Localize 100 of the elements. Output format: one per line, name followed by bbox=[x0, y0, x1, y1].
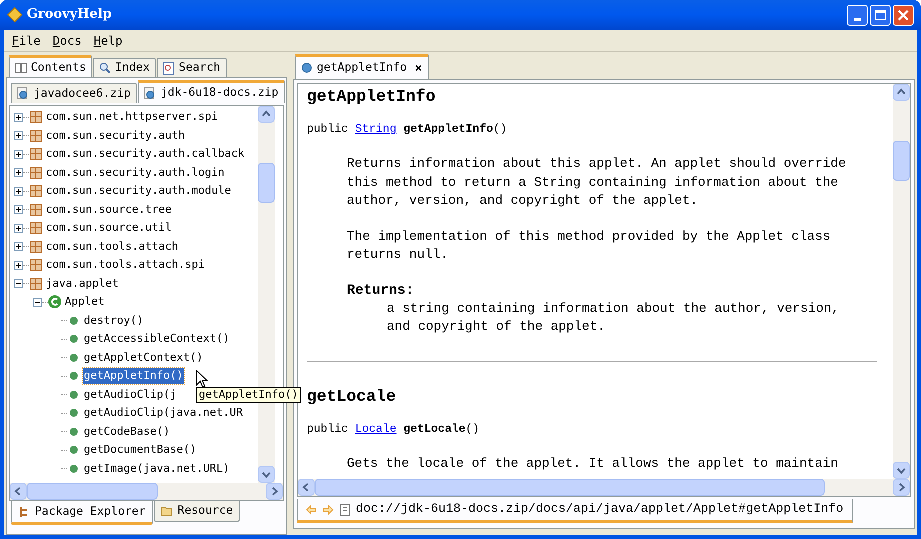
globe-file-icon bbox=[17, 87, 29, 100]
scroll-down-button[interactable] bbox=[258, 466, 275, 483]
scroll-right-button[interactable] bbox=[266, 483, 283, 500]
tree-item[interactable]: getAudioClip(j bbox=[83, 386, 178, 403]
method-icon bbox=[70, 335, 78, 344]
expand-toggle[interactable] bbox=[14, 242, 23, 252]
tooltip: getAppletInfo() bbox=[196, 387, 302, 403]
archive-tab[interactable]: javadocee6.zip bbox=[11, 83, 137, 103]
scroll-thumb[interactable] bbox=[893, 141, 910, 181]
menu-item[interactable]: Help bbox=[94, 32, 123, 50]
hierarchy-icon bbox=[18, 506, 30, 518]
vertical-scrollbar[interactable] bbox=[893, 84, 910, 479]
tree-item[interactable]: com.sun.security.auth.callback bbox=[45, 146, 246, 162]
description-text: The implementation of this method provided by the Applet class returns null. bbox=[347, 228, 832, 264]
tree-item[interactable]: getCodeBase() bbox=[83, 424, 172, 440]
package-icon bbox=[30, 111, 42, 124]
expand-toggle[interactable] bbox=[14, 186, 23, 196]
class-icon bbox=[48, 295, 62, 310]
window-title: GroovyHelp bbox=[27, 6, 112, 24]
description-text: Gets the locale of the applet. It allows the applet to maintain bbox=[347, 454, 840, 472]
tree-item[interactable]: com.sun.security.auth.login bbox=[45, 164, 226, 181]
app-logo-icon bbox=[7, 7, 23, 23]
method-icon bbox=[70, 354, 78, 362]
file-icon bbox=[340, 504, 350, 516]
package-icon bbox=[30, 185, 42, 198]
method-signature: public Locale getLocale() bbox=[307, 422, 481, 438]
editor-tab[interactable]: getAppletInfo × bbox=[295, 54, 430, 79]
globe-file-icon bbox=[144, 86, 156, 100]
tab-close-button[interactable]: × bbox=[415, 59, 422, 77]
horizontal-scrollbar[interactable] bbox=[10, 483, 283, 500]
menu-item[interactable]: File bbox=[12, 32, 41, 50]
type-link[interactable]: String bbox=[355, 123, 397, 136]
expand-toggle[interactable] bbox=[14, 131, 23, 140]
tree-item[interactable]: java.applet bbox=[45, 276, 120, 292]
tree-item[interactable]: com.sun.net.httpserver.spi bbox=[45, 109, 220, 126]
expand-toggle[interactable] bbox=[14, 260, 23, 270]
menu-item[interactable]: Docs bbox=[52, 32, 82, 50]
package-icon bbox=[30, 278, 42, 290]
method-heading: getLocale bbox=[307, 386, 398, 408]
document-url: doc://jdk-6u18-docs.zip/docs/api/java/applet/Applet#getAppletInfo bbox=[356, 501, 844, 518]
maximize-button[interactable] bbox=[870, 4, 891, 26]
package-icon bbox=[30, 148, 42, 160]
expand-toggle[interactable] bbox=[14, 150, 23, 159]
returns-label: Returns: bbox=[347, 282, 416, 300]
type-link[interactable]: Locale bbox=[355, 422, 397, 436]
package-icon bbox=[30, 222, 42, 234]
collapse-toggle[interactable] bbox=[33, 298, 42, 307]
close-button[interactable] bbox=[893, 4, 914, 26]
mouse-cursor-icon bbox=[196, 370, 208, 389]
scroll-thumb[interactable] bbox=[258, 163, 275, 203]
scroll-thumb[interactable] bbox=[27, 483, 158, 500]
scroll-up-button[interactable] bbox=[258, 106, 275, 123]
method-icon bbox=[70, 316, 78, 325]
tree-item[interactable]: com.sun.source.util bbox=[45, 220, 173, 236]
tree-item[interactable]: getImage(java.net.URL) bbox=[83, 460, 231, 477]
collapse-toggle[interactable] bbox=[14, 279, 23, 288]
tree-item[interactable]: com.sun.tools.attach bbox=[45, 238, 180, 255]
method-icon bbox=[70, 372, 78, 380]
package-icon bbox=[30, 166, 42, 179]
tree-item[interactable]: com.sun.security.auth bbox=[45, 128, 186, 144]
close-icon bbox=[898, 10, 909, 20]
method-heading: getAppletInfo bbox=[307, 86, 437, 108]
description-text: Returns information about this applet. An applet should override this method to return a String containing information about the author, version, and copyright of the applet. bbox=[347, 155, 848, 210]
expand-toggle[interactable] bbox=[14, 224, 23, 233]
expand-toggle[interactable] bbox=[14, 168, 23, 178]
tree-item[interactable]: getAudioClip(java.net.UR bbox=[83, 405, 244, 422]
tree-item[interactable]: Applet bbox=[64, 294, 106, 310]
view-tab[interactable]: Package Explorer bbox=[11, 501, 153, 525]
method-signature: public String getAppletInfo() bbox=[307, 122, 508, 138]
tree-item[interactable]: getAccessibleContext() bbox=[83, 331, 231, 348]
panel-tab[interactable]: Index bbox=[93, 58, 156, 77]
tree-item[interactable]: getAppletInfo() bbox=[83, 368, 184, 384]
panel-tab[interactable]: Contents bbox=[9, 55, 92, 77]
scroll-down-button[interactable] bbox=[893, 462, 910, 479]
folder-icon bbox=[160, 505, 173, 517]
returns-text: a string containing information about the author, version, and copyright of the applet. bbox=[387, 300, 840, 336]
scroll-up-button[interactable] bbox=[893, 84, 910, 101]
expand-toggle[interactable] bbox=[14, 112, 23, 122]
method-icon bbox=[70, 446, 78, 454]
tree-item[interactable]: getDocumentBase() bbox=[83, 442, 198, 458]
minimize-button[interactable] bbox=[847, 4, 868, 26]
tree-item[interactable]: destroy() bbox=[83, 312, 145, 329]
method-icon bbox=[70, 464, 78, 473]
panel-tab[interactable]: Search bbox=[157, 58, 227, 77]
book-icon bbox=[15, 62, 27, 72]
archive-tab[interactable]: jdk-6u18-docs.zip bbox=[138, 80, 285, 103]
search-icon bbox=[99, 62, 112, 74]
tree-item[interactable]: getAppletContext() bbox=[83, 350, 204, 366]
horizontal-scrollbar[interactable] bbox=[298, 479, 910, 496]
scroll-left-button[interactable] bbox=[298, 479, 315, 496]
document-search-icon bbox=[163, 62, 176, 74]
tree-item[interactable]: com.sun.tools.attach.spi bbox=[45, 257, 206, 274]
tree-item[interactable]: com.sun.source.tree bbox=[45, 202, 173, 218]
scroll-thumb[interactable] bbox=[315, 479, 825, 496]
expand-toggle[interactable] bbox=[14, 205, 23, 214]
scroll-right-button[interactable] bbox=[893, 479, 910, 496]
package-icon bbox=[30, 240, 42, 253]
view-tab[interactable]: Resource bbox=[154, 501, 240, 522]
tree-item[interactable]: com.sun.security.auth.module bbox=[45, 183, 232, 200]
scroll-left-button[interactable] bbox=[10, 483, 27, 500]
